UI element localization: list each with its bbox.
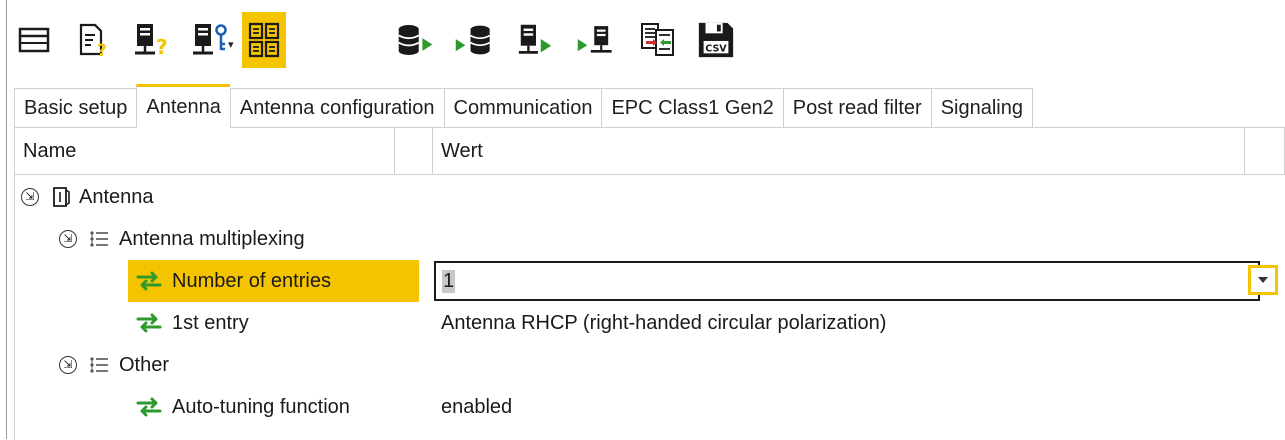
tab-epc-class1-gen2[interactable]: EPC Class1 Gen2 [601,88,783,128]
property-label: 1st entry [172,311,249,334]
tree-node: ⇲ Antenna [21,176,154,218]
compare-documents-icon[interactable] [638,16,678,64]
property-name[interactable]: Number of entries [128,260,419,302]
property-name: 1st entry [136,302,249,344]
tab-bar: Basic setup Antenna Antenna configuratio… [14,84,1033,128]
grid-header: Name Wert [15,128,1285,175]
column-header-spacer [395,128,433,174]
property-grid: Name Wert ⇲ Antenna ⇲ Antenna multiplexi… [14,127,1285,440]
input-value: 1 [442,269,456,293]
property-value[interactable]: enabled [441,386,512,428]
tab-signaling[interactable]: Signaling [930,88,1033,128]
tree-node: ⇲ Antenna multiplexing [59,218,305,260]
tree-row[interactable]: ⇲ Antenna [15,176,1285,218]
column-header-end [1245,128,1285,174]
tab-basic-setup[interactable]: Basic setup [14,88,137,128]
list-icon [89,230,109,248]
collapse-icon[interactable]: ⇲ [59,356,77,374]
dropdown-button[interactable] [1248,265,1278,295]
tab-communication[interactable]: Communication [443,88,602,128]
tab-antenna-configuration[interactable]: Antenna configuration [229,88,444,128]
swap-arrows-icon [136,313,162,333]
window-icon[interactable] [14,16,54,64]
tree-node-label: Other [119,353,170,376]
column-header-name[interactable]: Name [15,128,395,174]
tree-node-label: Antenna [79,185,154,208]
svg-text:CSV: CSV [705,43,727,54]
device-help-icon[interactable]: ? [132,16,172,64]
window-border [6,0,7,439]
database-export-icon[interactable] [396,16,436,64]
tab-post-read-filter[interactable]: Post read filter [782,88,931,128]
table-row[interactable]: Auto-tuning function enabled [15,386,1285,428]
collapse-icon[interactable]: ⇲ [59,230,77,248]
list-icon [89,356,109,374]
document-help-icon[interactable]: ? [72,16,112,64]
swap-arrows-icon [136,271,162,291]
device-export-icon[interactable] [516,16,556,64]
tree-node-label: Antenna multiplexing [119,227,305,250]
tree-row[interactable]: ⇲ Antenna multiplexing [15,218,1285,260]
swap-arrows-icon [136,397,162,417]
device-import-icon[interactable] [576,16,616,64]
collapse-icon[interactable]: ⇲ [21,188,39,206]
table-row[interactable]: Number of entries 1 [15,260,1285,302]
tree-row[interactable]: ⇲ Other [15,344,1285,386]
tree-node: ⇲ Other [59,344,169,386]
device-key-icon[interactable] [190,16,230,64]
antenna-icon [51,186,71,208]
chevron-down-icon[interactable]: ▾ [228,38,234,51]
column-header-value[interactable]: Wert [433,128,1245,174]
database-import-icon[interactable] [454,16,494,64]
chevron-down-icon [1258,277,1268,283]
save-csv-icon[interactable]: CSV [696,16,736,64]
grid-view-icon[interactable] [242,12,286,68]
property-label: Number of entries [172,269,331,292]
number-of-entries-input[interactable]: 1 [434,261,1260,301]
property-value[interactable]: Antenna RHCP (right-handed circular pola… [441,302,886,344]
svg-text:?: ? [97,41,107,58]
table-row[interactable]: 1st entry Antenna RHCP (right-handed cir… [15,302,1285,344]
tab-antenna[interactable]: Antenna [136,84,230,128]
property-name: Auto-tuning function [136,386,350,428]
svg-text:?: ? [156,35,168,59]
property-label: Auto-tuning function [172,395,350,418]
